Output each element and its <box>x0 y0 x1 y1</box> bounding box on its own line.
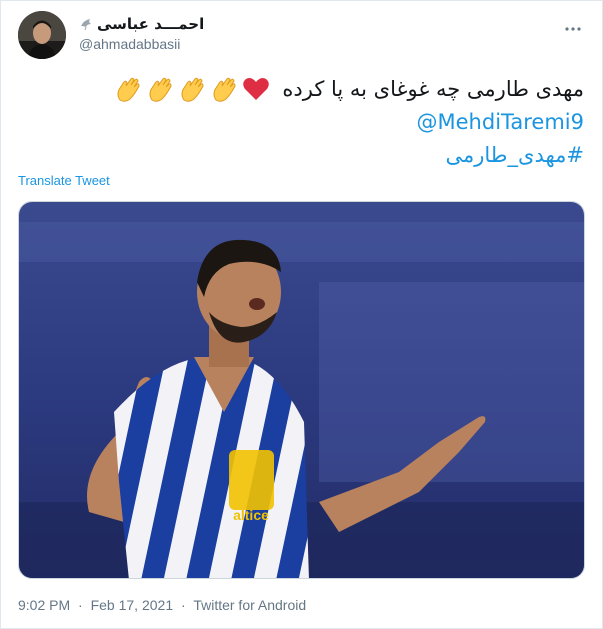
tweet-first-line: مهدی طارمی چه غوغای به پا کرده <box>24 73 584 106</box>
clap-icon <box>114 76 144 104</box>
tweet-text: مهدی طارمی چه غوغای به پا کرده @MehdiTar… <box>24 73 584 172</box>
tweet-source[interactable]: Twitter for Android <box>193 597 306 613</box>
svg-text:altice: altice <box>233 507 269 523</box>
tweet-body: مهدی طارمی چه غوغای به پا کرده <box>282 77 584 101</box>
separator: · <box>181 597 186 613</box>
tweet-meta: 9:02 PM · Feb 17, 2021 · Twitter for And… <box>18 597 306 613</box>
clap-icon <box>178 76 208 104</box>
tweet-date[interactable]: Feb 17, 2021 <box>91 597 174 613</box>
emoji-row <box>114 76 270 104</box>
tweet-card: احمـــد عباسی @ahmadabbasii مهدی طارمی چ… <box>0 0 603 629</box>
more-horizontal-icon[interactable] <box>564 20 582 31</box>
user-handle[interactable]: @ahmadabbasii <box>79 36 279 52</box>
separator: · <box>78 597 83 613</box>
heart-icon <box>242 76 270 104</box>
name-row: احمـــد عباسی <box>79 14 279 34</box>
avatar[interactable] <box>18 11 66 59</box>
tweet-time[interactable]: 9:02 PM <box>18 597 70 613</box>
translate-tweet-button[interactable]: Translate Tweet <box>18 173 110 188</box>
mention-link[interactable]: @MehdiTaremi9 <box>24 106 584 139</box>
display-name[interactable]: احمـــد عباسی <box>97 15 204 33</box>
clap-icon <box>210 76 240 104</box>
clap-icon <box>146 76 176 104</box>
hashtag-link[interactable]: #مهدی_طارمی <box>24 139 585 172</box>
tweet-photo[interactable]: altice <box>18 201 585 579</box>
user-info: احمـــد عباسی @ahmadabbasii <box>79 14 279 52</box>
dove-icon <box>79 17 93 31</box>
